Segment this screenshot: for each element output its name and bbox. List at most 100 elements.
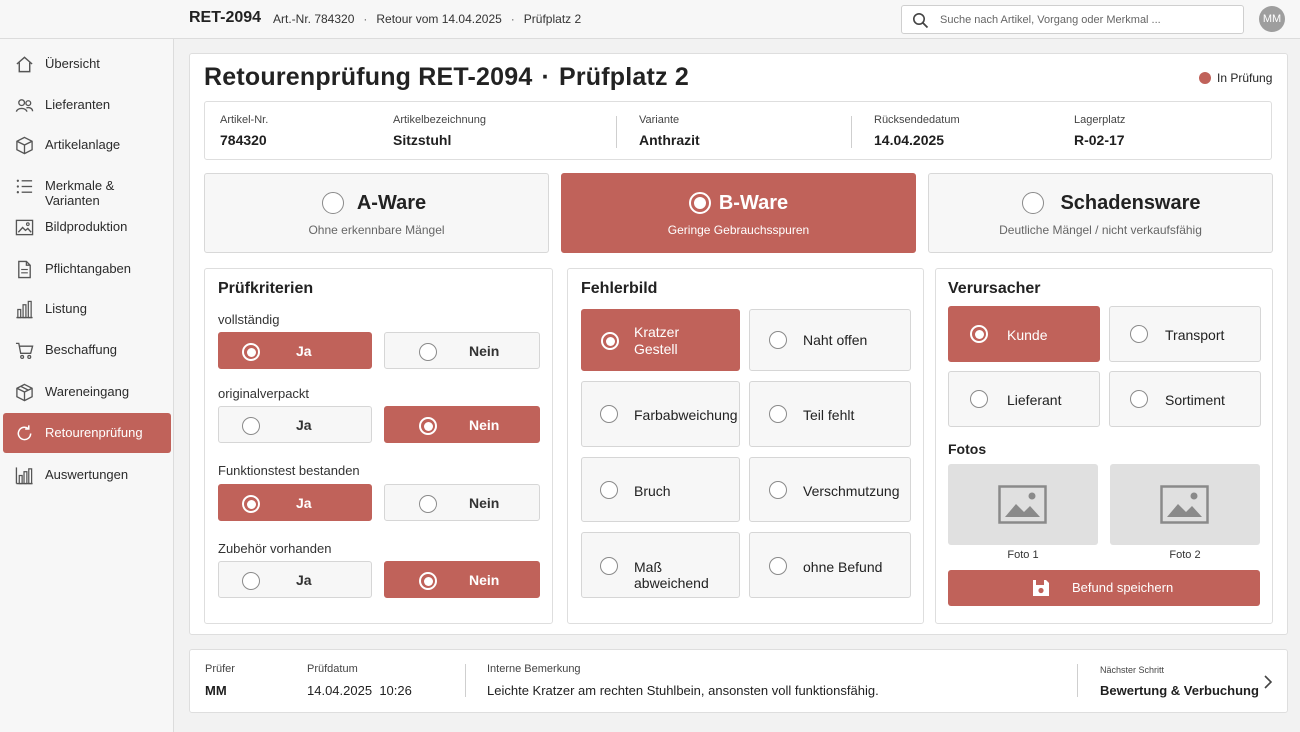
footer-label: Nächster Schritt — [1100, 665, 1165, 675]
info-variante: Variante Anthrazit — [639, 114, 700, 148]
divider — [1077, 664, 1078, 697]
answer-ja[interactable]: Ja — [218, 561, 372, 598]
grade-title: Schadensware — [1060, 192, 1201, 214]
defect-mass-abweichend[interactable]: Maß abweichend — [581, 532, 740, 598]
sidebar-item-lieferanten[interactable]: Lieferanten — [3, 85, 171, 125]
info-value: Sitzstuhl — [393, 132, 452, 148]
defect-label-line2: Gestell — [634, 341, 678, 357]
grade-schadensware[interactable]: Schadensware Deutliche Mängel / nicht ve… — [928, 173, 1273, 253]
defect-bruch[interactable]: Bruch — [581, 457, 740, 522]
answer-ja[interactable]: Ja — [218, 406, 372, 443]
sidebar-item-retourenpruefung[interactable]: Retourenprüfung — [3, 413, 171, 453]
sidebar-item-pflichtangaben[interactable]: Pflichtangaben — [3, 249, 171, 289]
answer-ja[interactable]: Ja — [218, 332, 372, 369]
grade-subtitle: Deutliche Mängel / nicht verkaufsfähig — [999, 223, 1202, 237]
grade-b-ware[interactable]: B-Ware Geringe Gebrauchsspuren — [561, 173, 916, 253]
sidebar-item-listung[interactable]: Listung — [3, 289, 171, 329]
sidebar-item-bildproduktion[interactable]: Bildproduktion — [3, 207, 171, 247]
cause-kunde[interactable]: Kunde — [948, 306, 1100, 362]
grade-a-ware[interactable]: A-Ware Ohne erkennbare Mängel — [204, 173, 549, 253]
defect-label: ohne Befund — [803, 559, 883, 575]
cause-label: Transport — [1165, 327, 1225, 343]
answer-nein[interactable]: Nein — [384, 561, 540, 598]
title-separator: · — [541, 63, 550, 91]
sidebar-item-wareneingang[interactable]: Wareneingang — [3, 372, 171, 412]
footer-bar: Prüfer MM Prüfdatum 14.04.2025 10:26 Inter… — [189, 649, 1288, 713]
sidebar-item-uebersicht[interactable]: Übersicht — [3, 44, 171, 84]
photo-thumbnail[interactable] — [1110, 464, 1260, 545]
info-label: Lagerplatz — [1074, 114, 1126, 126]
chart-icon — [15, 467, 33, 485]
question-label: Zubehör vorhanden — [218, 541, 332, 556]
panel-title: Fehlerbild — [581, 280, 658, 297]
radio-icon — [419, 495, 437, 513]
sidebar-item-label: Lieferanten — [45, 97, 111, 112]
sidebar-item-auswertungen[interactable]: Auswertungen — [3, 455, 171, 495]
footer-time: 10:26 — [379, 683, 412, 698]
radio-icon — [242, 343, 260, 361]
answer-ja[interactable]: Ja — [218, 484, 372, 521]
radio-icon — [769, 557, 787, 575]
chevron-right-icon[interactable] — [1262, 674, 1274, 690]
radio-icon — [1130, 390, 1148, 408]
footer-bemerkung: Interne Bemerkung Leichte Kratzer am rech… — [487, 663, 879, 698]
search-box[interactable] — [901, 5, 1244, 34]
next-step[interactable]: Nächster Schritt Bewertung & Verbuchung — [1100, 665, 1259, 698]
radio-icon — [600, 405, 618, 423]
radio-icon — [242, 417, 260, 435]
radio-icon — [601, 332, 619, 350]
sidebar-item-label: Listung — [45, 301, 87, 316]
radio-icon — [600, 481, 618, 499]
panel-title: Verursacher — [948, 280, 1041, 297]
grade-subtitle: Ohne erkennbare Mängel — [308, 223, 445, 237]
save-icon — [1033, 580, 1049, 596]
retour-id: RET-2094 — [189, 9, 262, 26]
footer-label: Prüfdatum — [307, 663, 358, 675]
defect-kratzer[interactable]: Kratzer Gestell — [581, 309, 740, 371]
search-input[interactable] — [940, 10, 1235, 30]
package-icon — [16, 383, 33, 402]
footer-value[interactable]: Leichte Kratzer am rechten Stuhlbein, an… — [487, 683, 879, 698]
defect-ohne-befund[interactable]: ohne Befund — [749, 532, 911, 598]
bar-chart-icon — [16, 300, 33, 319]
cause-transport[interactable]: Transport — [1109, 306, 1261, 362]
answer-nein[interactable]: Nein — [384, 332, 540, 369]
info-value: 14.04.2025 — [874, 132, 945, 148]
answer-nein[interactable]: Nein — [384, 484, 540, 521]
cart-icon — [15, 342, 34, 360]
status-label: In Prüfung — [1217, 71, 1273, 85]
defect-naht-offen[interactable]: Naht offen — [749, 309, 911, 371]
info-lagerplatz: Lagerplatz R-02-17 — [1074, 114, 1125, 148]
question-label: originalverpackt — [218, 386, 310, 401]
photo-thumbnail[interactable] — [948, 464, 1098, 545]
avatar[interactable]: MM — [1259, 6, 1285, 32]
cause-lieferant[interactable]: Lieferant — [948, 371, 1100, 427]
sidebar-item-merkmale[interactable]: Merkmale & Varianten — [3, 166, 171, 208]
save-button[interactable]: Befund speichern — [948, 570, 1260, 606]
question-label: Funktionstest bestanden — [218, 463, 360, 478]
radio-icon — [769, 331, 787, 349]
answer-nein[interactable]: Nein — [384, 406, 540, 443]
cause-label: Kunde — [1007, 327, 1048, 343]
divider — [616, 116, 617, 148]
breadcrumb-item[interactable]: Art.-Nr. 784320 — [273, 12, 354, 26]
breadcrumb-item[interactable]: Retour vom 14.04.2025 — [376, 12, 501, 26]
status-dot-icon — [1199, 72, 1211, 84]
defect-label: Farbabweichung — [634, 407, 738, 423]
footer-pruefdatum: Prüfdatum 14.04.2025 10:26 — [307, 663, 412, 698]
list-icon — [16, 179, 33, 194]
page-title-main: Retourenprüfung RET-2094 — [204, 63, 533, 91]
cause-sortiment[interactable]: Sortiment — [1109, 371, 1261, 427]
defect-verschmutzung[interactable]: Verschmutzung — [749, 457, 911, 522]
defect-teil-fehlt[interactable]: Teil fehlt — [749, 381, 911, 447]
grade-title: B-Ware — [718, 192, 789, 214]
sidebar-item-label: Artikelanlage — [45, 137, 121, 152]
answer-label: Ja — [296, 343, 312, 359]
defect-farbabweichung[interactable]: Farbabweichung — [581, 381, 740, 447]
image-placeholder-icon — [998, 485, 1047, 524]
sidebar-item-artikelanlage[interactable]: Artikelanlage — [3, 125, 171, 165]
breadcrumb-item[interactable]: Prüfplatz 2 — [524, 12, 581, 26]
document-icon — [18, 260, 31, 279]
sidebar-item-beschaffung[interactable]: Beschaffung — [3, 330, 171, 370]
footer-label: Prüfer — [205, 663, 235, 675]
